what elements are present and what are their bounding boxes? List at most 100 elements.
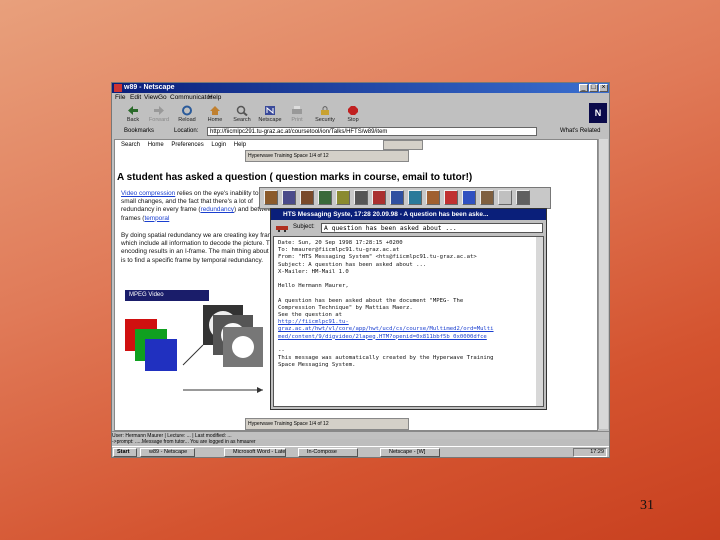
page-heading: A student has asked a question ( questio… (117, 172, 473, 183)
search-icon (236, 105, 248, 116)
location-input[interactable]: http://fiicmlpc291.tu-graz.ac.at/courset… (207, 127, 537, 136)
stop-label: Stop (347, 117, 359, 123)
location-label: Location: (174, 128, 199, 134)
body-line (278, 276, 539, 283)
netscape-throbber-icon: N (589, 103, 607, 123)
menu-bar: File Edit View Go Communicator Help (112, 94, 609, 103)
netscape-button[interactable]: Netscape (257, 104, 283, 126)
doc-icon[interactable] (282, 190, 296, 205)
browser-title: w89 - Netscape (124, 84, 175, 91)
lock-icon (321, 106, 329, 115)
start-button[interactable]: Start (113, 448, 137, 457)
mpeg-frames-illustration (125, 305, 263, 393)
redundancy-link[interactable]: redundancy (201, 206, 234, 213)
taskbar-clock: 17:29 (573, 448, 607, 457)
question-link[interactable]: http://fiicmlpc91.tu- (278, 319, 539, 326)
home-icon (210, 106, 220, 115)
netscape-icon (265, 106, 275, 115)
stop-button[interactable]: Stop (340, 104, 366, 126)
arrow-right-icon[interactable] (462, 190, 476, 205)
browser-titlebar: w89 - Netscape _ □ × (112, 83, 609, 93)
menu-edit[interactable]: Edit (130, 94, 141, 101)
home-label: Home (207, 117, 223, 123)
edit-icon[interactable] (426, 190, 440, 205)
body-line: Hello Hermann Maurer, (278, 283, 349, 290)
hyperwave-toolbar (259, 187, 551, 209)
bookmarks-button[interactable]: Bookmarks (124, 128, 154, 134)
task-netscape-2[interactable]: Netscape - [W] (380, 448, 440, 457)
hw-frame-bottom-label: Hyperwave Training Space 1/4 of 12 (248, 421, 329, 427)
menu-communicator[interactable]: Communicator (170, 94, 212, 101)
close-button[interactable]: × (599, 84, 608, 92)
back-label: Back (126, 117, 140, 123)
stop-icon (348, 106, 358, 115)
page-scrollbar[interactable] (598, 139, 608, 429)
search-label: Search (233, 117, 251, 123)
tree-icon[interactable] (318, 190, 332, 205)
search-button[interactable]: Search (229, 104, 255, 126)
reload-button[interactable]: Reload (174, 104, 200, 126)
nav-home[interactable]: Home (148, 142, 164, 148)
whats-related-button[interactable]: What's Related (560, 128, 601, 134)
security-button[interactable]: Security (312, 104, 338, 126)
messaging-title: HTS Messaging Syste, 17:28 20.09.98 - A … (271, 209, 546, 220)
subject-label: Subject: (293, 224, 315, 230)
mpeg-video-banner: MPEG Video (125, 290, 209, 301)
task-compose[interactable]: In-Compose (298, 448, 358, 457)
subject-field[interactable]: A question has been asked about ... (321, 223, 543, 233)
subject-row: Subject: A question has been asked about… (271, 222, 546, 234)
glasses-icon[interactable] (354, 190, 368, 205)
book-icon[interactable] (264, 190, 278, 205)
netscape-label: Netscape (258, 117, 282, 123)
minimize-button[interactable]: _ (579, 84, 588, 92)
chat-icon[interactable] (408, 190, 422, 205)
alert-icon[interactable] (498, 190, 512, 205)
settings-icon[interactable] (516, 190, 530, 205)
question-link[interactable]: med/content/9/digvideo/2lapeg.HTM?openid… (278, 334, 539, 341)
body-line: -- (278, 348, 285, 355)
nav-search[interactable]: Search (121, 142, 140, 148)
mark-icon[interactable] (372, 190, 386, 205)
security-label: Security (315, 117, 335, 123)
hw-frame-bottom: Hyperwave Training Space 1/4 of 12 (245, 418, 409, 430)
menu-go[interactable]: Go (158, 94, 167, 101)
home-button[interactable]: Home (202, 104, 228, 126)
body-line (278, 341, 539, 348)
reload-label: Reload (178, 117, 196, 123)
body-line: To: hmaurer@fiicmlpc91.tu-graz.ac.at (278, 247, 400, 254)
menu-file[interactable]: File (115, 94, 125, 101)
task-netscape[interactable]: w89 - Netscape (140, 448, 195, 457)
nav-help[interactable]: Help (234, 142, 246, 148)
course-nav: Search Home Preferences Login Help (121, 142, 252, 148)
maximize-button[interactable]: □ (589, 84, 598, 92)
video-compression-link[interactable]: Video compression (121, 190, 175, 197)
temporal-link[interactable]: temporal (144, 215, 169, 222)
message-scrollbar[interactable] (536, 237, 543, 406)
messaging-window: HTS Messaging Syste, 17:28 20.09.98 - A … (270, 208, 547, 410)
folder-icon[interactable] (300, 190, 314, 205)
search-box[interactable] (383, 140, 423, 150)
task-word[interactable]: Microsoft Word - Latei (224, 448, 286, 457)
nav-preferences[interactable]: Preferences (171, 142, 203, 148)
reload-icon (182, 105, 192, 116)
body-line (278, 290, 539, 297)
arrow-left-icon[interactable] (444, 190, 458, 205)
search-icon[interactable] (390, 190, 404, 205)
car-icon (276, 226, 288, 232)
note-icon[interactable] (336, 190, 350, 205)
menu-help[interactable]: Help (208, 94, 221, 101)
body-line: Date: Sun, 20 Sep 1998 17:28:15 +0200 (278, 240, 403, 246)
print-button[interactable]: Print (284, 104, 310, 126)
menu-view[interactable]: View (144, 94, 158, 101)
slide-number: 31 (640, 498, 654, 513)
forward-button[interactable]: Forward (146, 104, 172, 126)
nav-toolbar: Back Forward Reload Home Search Netscape… (112, 104, 609, 126)
question-link[interactable]: graz.ac.at/hwt/vl/core/app/hwt/ucd/cs/co… (278, 326, 539, 333)
hw-frame-top-label: Hyperwave Training Space 1/4 of 12 (248, 153, 329, 159)
back-button[interactable]: Back (120, 104, 146, 126)
hw-frame-top: Hyperwave Training Space 1/4 of 12 (245, 150, 409, 162)
forward-arrow-icon (154, 106, 164, 115)
nav-login[interactable]: Login (211, 142, 226, 148)
print-icon[interactable] (480, 190, 494, 205)
message-body[interactable]: Date: Sun, 20 Sep 1998 17:28:15 +0200 To:… (273, 236, 544, 407)
